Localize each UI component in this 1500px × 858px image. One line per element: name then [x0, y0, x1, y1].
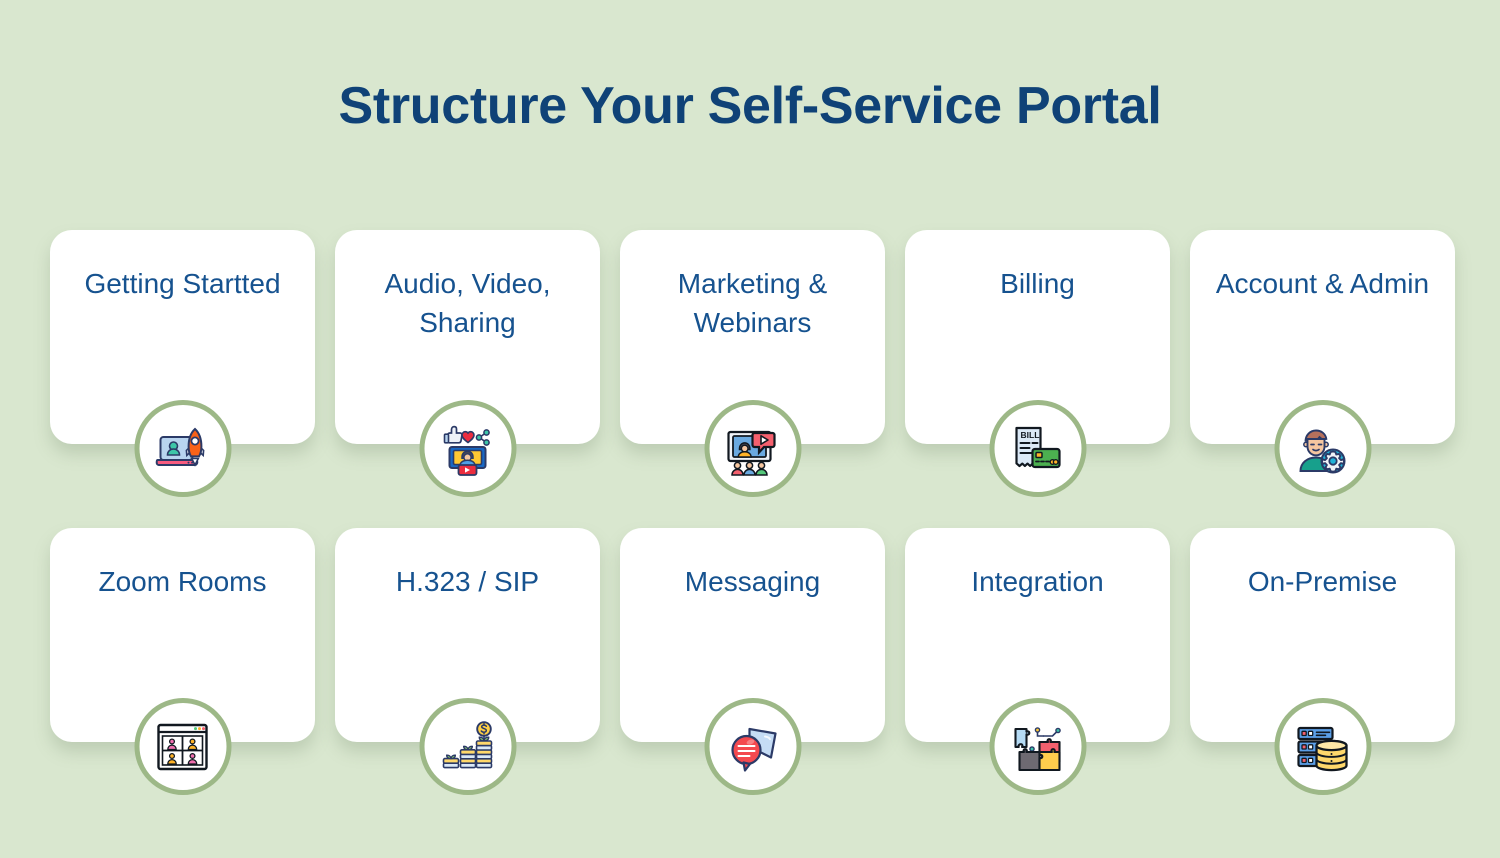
puzzle-pieces-icon — [1010, 719, 1066, 775]
video-social-share-icon — [440, 421, 496, 477]
icon-circle — [1274, 400, 1371, 497]
icon-circle — [419, 698, 516, 795]
card-grid: Getting Startted Audio, Video, Sharing M… — [50, 230, 1455, 826]
card-label: On-Premise — [1247, 566, 1398, 597]
card-label: Integration — [971, 566, 1104, 597]
coin-stack-growth-icon — [440, 719, 496, 775]
icon-circle — [419, 400, 516, 497]
video-grid-window-icon — [155, 719, 211, 775]
icon-circle — [134, 400, 231, 497]
icon-circle — [989, 698, 1086, 795]
card-label: Messaging — [684, 566, 821, 597]
card-getting-started[interactable]: Getting Startted — [50, 230, 315, 497]
card-label: Marketing & Webinars — [677, 268, 828, 339]
card-account-admin[interactable]: Account & Admin — [1190, 230, 1455, 497]
server-database-icon — [1295, 719, 1351, 775]
card-row-2: Zoom Rooms H.323 / SIP Messaging Integra… — [50, 528, 1455, 795]
card-label: Billing — [1000, 268, 1075, 299]
card-label: Audio, Video, Sharing — [384, 268, 551, 339]
card-label: Getting Startted — [84, 268, 281, 299]
chat-bubbles-icon — [725, 719, 781, 775]
icon-circle — [1274, 698, 1371, 795]
card-label: Zoom Rooms — [98, 566, 267, 597]
page-title: Structure Your Self-Service Portal — [338, 77, 1162, 135]
card-marketing-webinars[interactable]: Marketing & Webinars — [620, 230, 885, 497]
bill-icon-text: BILL — [1021, 430, 1040, 440]
laptop-rocket-icon — [155, 421, 211, 477]
icon-circle: BILL — [989, 400, 1086, 497]
icon-circle — [134, 698, 231, 795]
card-label: Account & Admin — [1215, 268, 1430, 299]
card-zoom-rooms[interactable]: Zoom Rooms — [50, 528, 315, 795]
card-audio-video-sharing[interactable]: Audio, Video, Sharing — [335, 230, 600, 497]
icon-circle — [704, 698, 801, 795]
card-h323-sip[interactable]: H.323 / SIP — [335, 528, 600, 795]
card-messaging[interactable]: Messaging — [620, 528, 885, 795]
card-label: H.323 / SIP — [395, 566, 540, 597]
bill-credit-card-icon: BILL — [1010, 421, 1066, 477]
card-on-premise[interactable]: On-Premise — [1190, 528, 1455, 795]
card-row-1: Getting Startted Audio, Video, Sharing M… — [50, 230, 1455, 497]
icon-circle — [704, 400, 801, 497]
card-integration[interactable]: Integration — [905, 528, 1170, 795]
webinar-presentation-icon — [725, 421, 781, 477]
user-gear-icon — [1295, 421, 1351, 477]
card-billing[interactable]: Billing BILL — [905, 230, 1170, 497]
